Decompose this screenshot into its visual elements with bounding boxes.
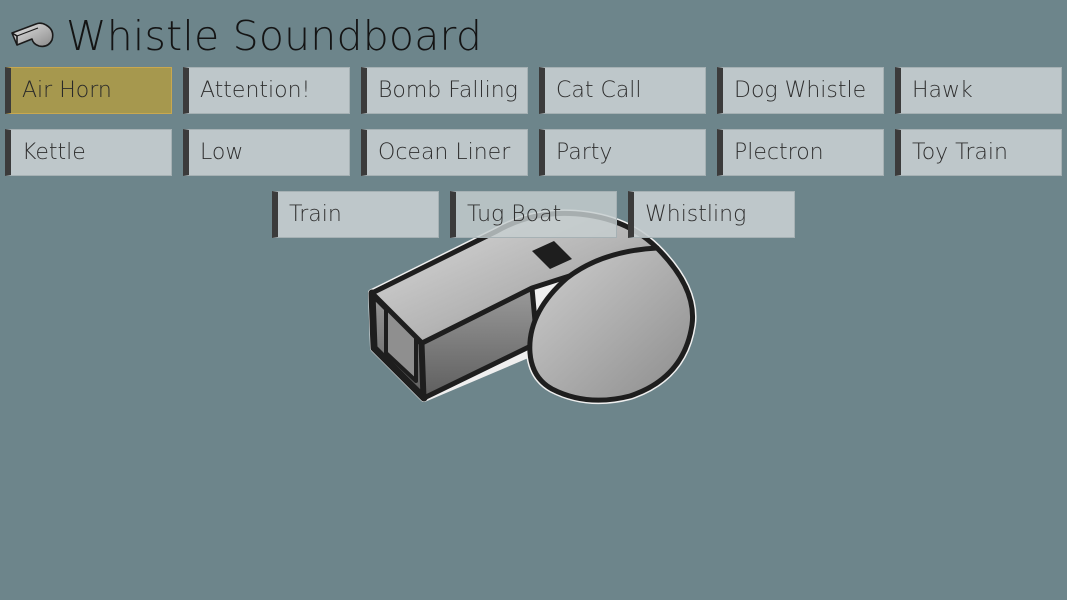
sound-button-air-horn[interactable]: Air Horn [5, 67, 172, 114]
soundboard-app: Whistle Soundboard Air Horn Attention! B… [0, 0, 1067, 600]
sound-button-toy-train[interactable]: Toy Train [895, 129, 1062, 176]
sound-button-ocean-liner[interactable]: Ocean Liner [361, 129, 528, 176]
sound-button-cat-call[interactable]: Cat Call [539, 67, 706, 114]
sound-button-attention[interactable]: Attention! [183, 67, 350, 114]
sound-button-hawk[interactable]: Hawk [895, 67, 1062, 114]
sound-button-kettle[interactable]: Kettle [5, 129, 172, 176]
sound-button-plectron[interactable]: Plectron [717, 129, 884, 176]
sound-button-whistling[interactable]: Whistling [628, 191, 795, 238]
sound-button-dog-whistle[interactable]: Dog Whistle [717, 67, 884, 114]
sound-button-train[interactable]: Train [272, 191, 439, 238]
sound-button-tug-boat[interactable]: Tug Boat [450, 191, 617, 238]
sound-button-grid: Air Horn Attention! Bomb Falling Cat Cal… [0, 0, 1067, 600]
sound-button-bomb-falling[interactable]: Bomb Falling [361, 67, 528, 114]
sound-button-party[interactable]: Party [539, 129, 706, 176]
sound-button-low[interactable]: Low [183, 129, 350, 176]
